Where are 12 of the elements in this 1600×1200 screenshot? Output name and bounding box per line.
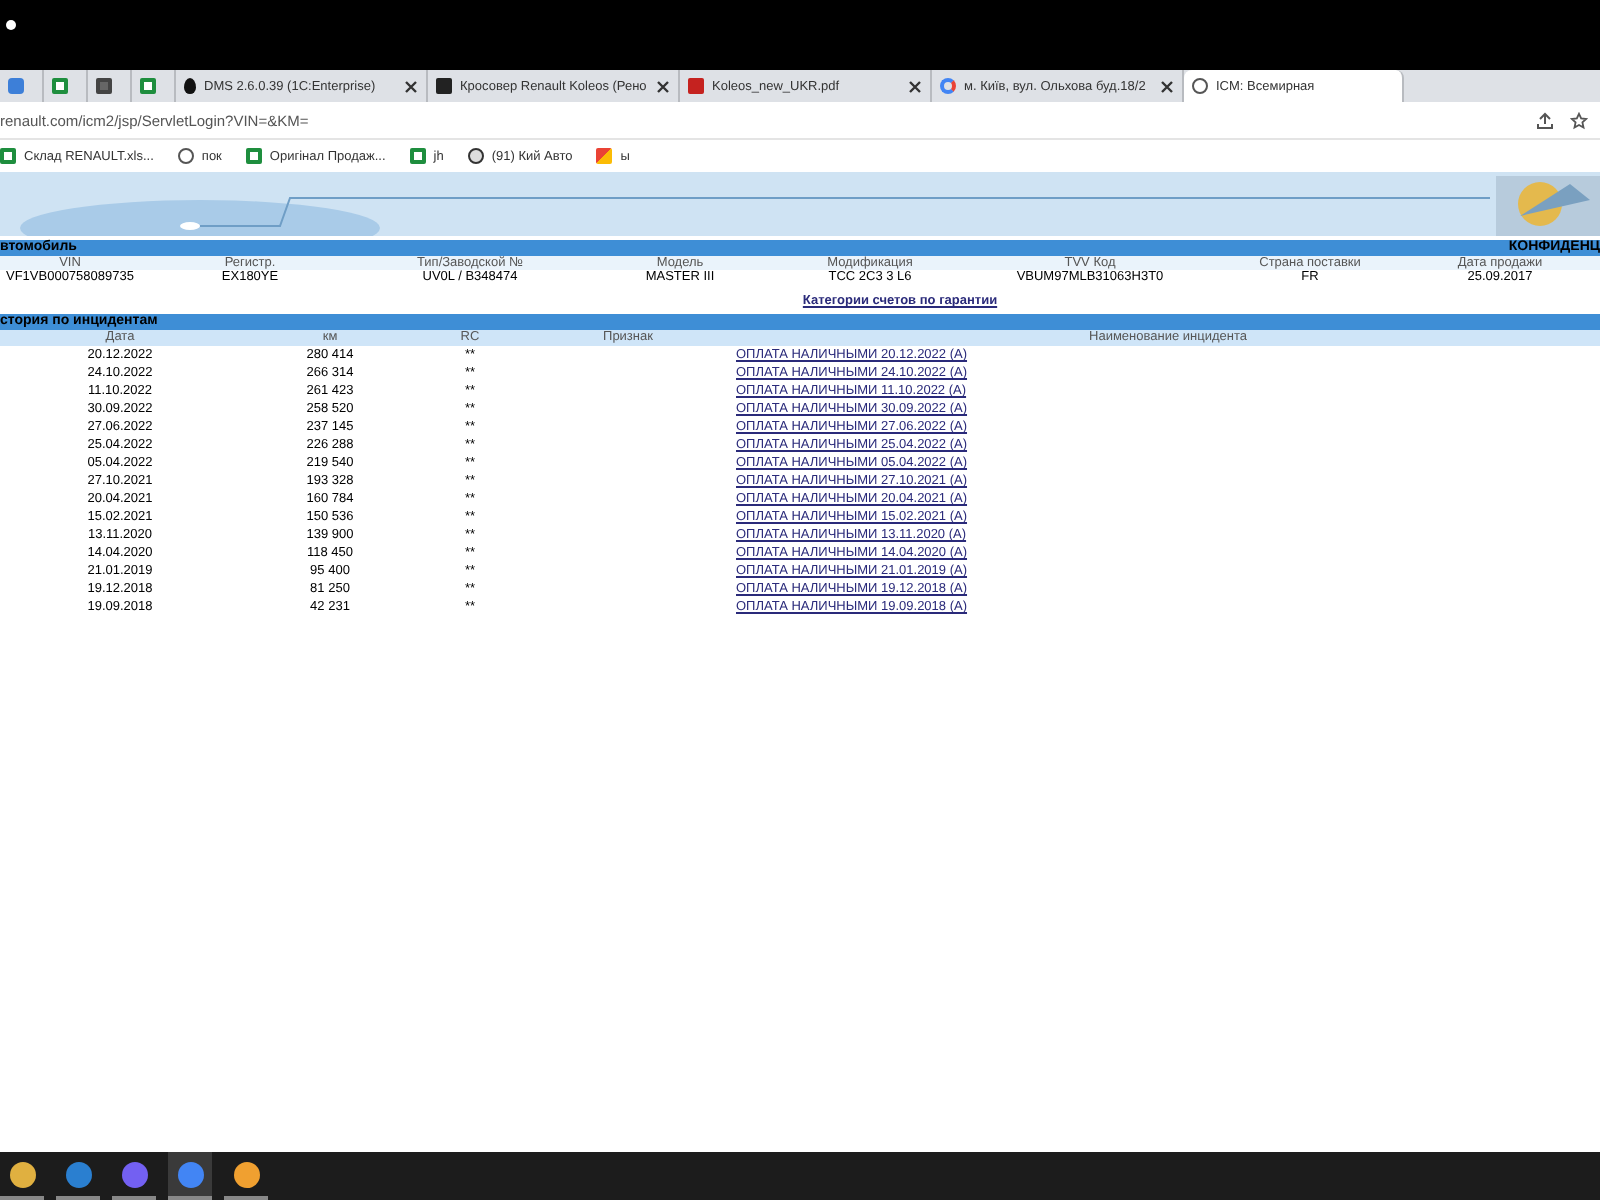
close-icon[interactable]: [1160, 79, 1174, 93]
status-dot: [6, 20, 16, 30]
sheet-icon: [140, 78, 156, 94]
star-icon[interactable]: [1570, 111, 1588, 129]
close-icon[interactable]: [908, 79, 922, 93]
globe-icon: [1192, 78, 1208, 94]
close-icon[interactable]: [656, 79, 670, 93]
close-icon[interactable]: [404, 79, 418, 93]
pdf-icon: [688, 78, 704, 94]
share-icon[interactable]: [1536, 111, 1554, 129]
calc-icon: [96, 78, 112, 94]
sheet-icon: [52, 78, 68, 94]
